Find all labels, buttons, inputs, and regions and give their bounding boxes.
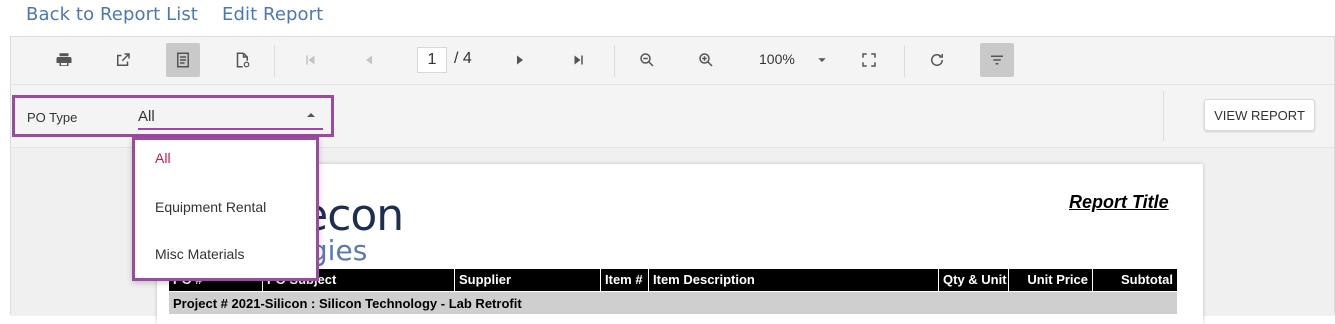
print-icon[interactable] <box>47 43 81 77</box>
column-header: Unit Price <box>1009 269 1093 291</box>
parameters-toggle-icon[interactable] <box>980 43 1014 77</box>
zoom-dropdown-icon[interactable] <box>813 49 831 69</box>
column-header: Subtotal <box>1121 272 1173 287</box>
refresh-icon[interactable] <box>920 43 954 77</box>
dropdown-option-misc-materials[interactable]: Misc Materials <box>155 246 244 262</box>
report-title: Report Title <box>1069 192 1169 212</box>
viewer-toolbar: 1 / 4 100% <box>11 37 1334 85</box>
column-header: Item Description <box>649 269 939 291</box>
po-type-underline <box>138 128 323 130</box>
toolbar-separator <box>274 45 275 77</box>
previous-page-icon[interactable] <box>352 43 386 77</box>
dropdown-option-equipment-rental[interactable]: Equipment Rental <box>155 199 266 215</box>
back-to-report-list-link[interactable]: Back to Report List <box>26 4 198 25</box>
page-number-input[interactable]: 1 <box>417 47 447 73</box>
zoom-out-icon[interactable] <box>630 43 664 77</box>
parameters-separator <box>1163 91 1164 141</box>
last-page-icon[interactable] <box>562 43 596 77</box>
po-type-dropdown-menu: All Equipment Rental Misc Materials <box>132 137 319 281</box>
group-row: Project # 2021-Silicon : Silicon Technol… <box>169 292 1177 314</box>
view-report-button[interactable]: VIEW REPORT <box>1204 99 1315 131</box>
top-links: Back to Report List Edit Report <box>26 0 323 28</box>
column-header: Supplier <box>455 269 601 291</box>
po-type-parameter: PO Type All <box>12 95 334 137</box>
dropdown-option-all[interactable]: All <box>155 150 171 166</box>
page-total: / 4 <box>454 50 472 67</box>
document-view-icon[interactable] <box>166 43 200 77</box>
toolbar-separator <box>614 45 615 77</box>
zoom-level[interactable]: 100% <box>759 51 795 67</box>
column-header: Item # <box>601 269 649 291</box>
table-header: PO # PO Subject Supplier Item # Item Des… <box>169 269 1177 291</box>
fullscreen-icon[interactable] <box>852 43 886 77</box>
caret-up-icon[interactable] <box>305 108 317 120</box>
export-icon[interactable] <box>106 43 140 77</box>
next-page-icon[interactable] <box>503 43 537 77</box>
page-setup-icon[interactable] <box>225 43 259 77</box>
po-type-select[interactable]: All <box>138 108 155 125</box>
edit-report-link[interactable]: Edit Report <box>222 4 323 25</box>
toolbar-separator <box>904 45 905 77</box>
column-header: Qty & Unit <box>939 269 1009 291</box>
po-type-label: PO Type <box>27 110 78 125</box>
first-page-icon[interactable] <box>293 43 327 77</box>
zoom-in-icon[interactable] <box>689 43 723 77</box>
